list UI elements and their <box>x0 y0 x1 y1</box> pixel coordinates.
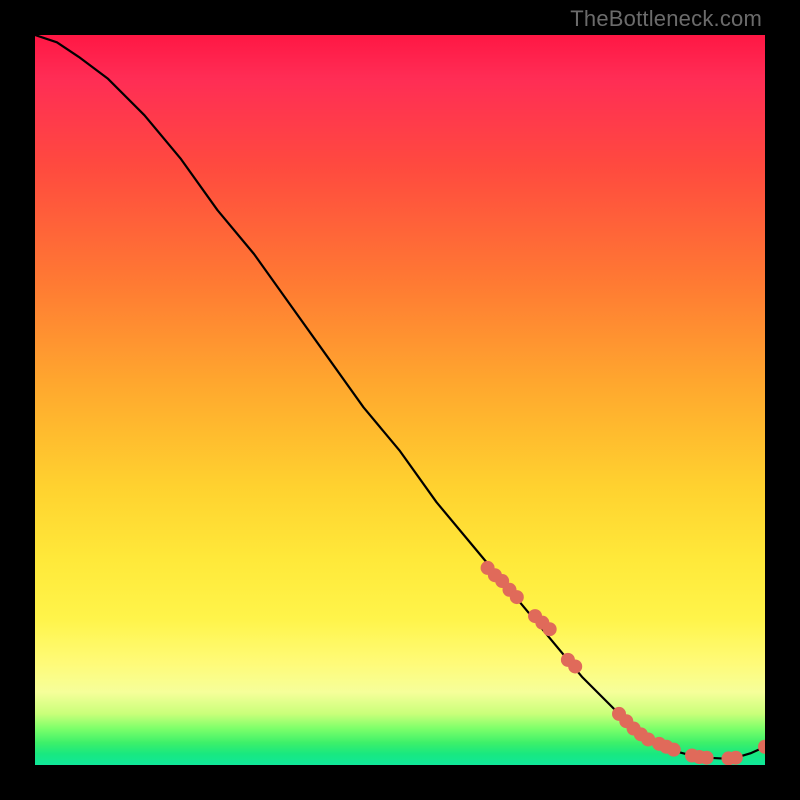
marker-dot <box>543 622 557 636</box>
marker-dot <box>729 751 743 765</box>
watermark-label: TheBottleneck.com <box>570 6 762 32</box>
marker-group <box>481 561 765 765</box>
bottleneck-curve <box>35 35 765 758</box>
marker-dot <box>700 751 714 765</box>
chart-frame: TheBottleneck.com <box>0 0 800 800</box>
curve-layer <box>35 35 765 765</box>
marker-dot <box>758 740 765 754</box>
marker-dot <box>667 743 681 757</box>
plot-area <box>35 35 765 765</box>
marker-dot <box>568 659 582 673</box>
marker-dot <box>510 590 524 604</box>
